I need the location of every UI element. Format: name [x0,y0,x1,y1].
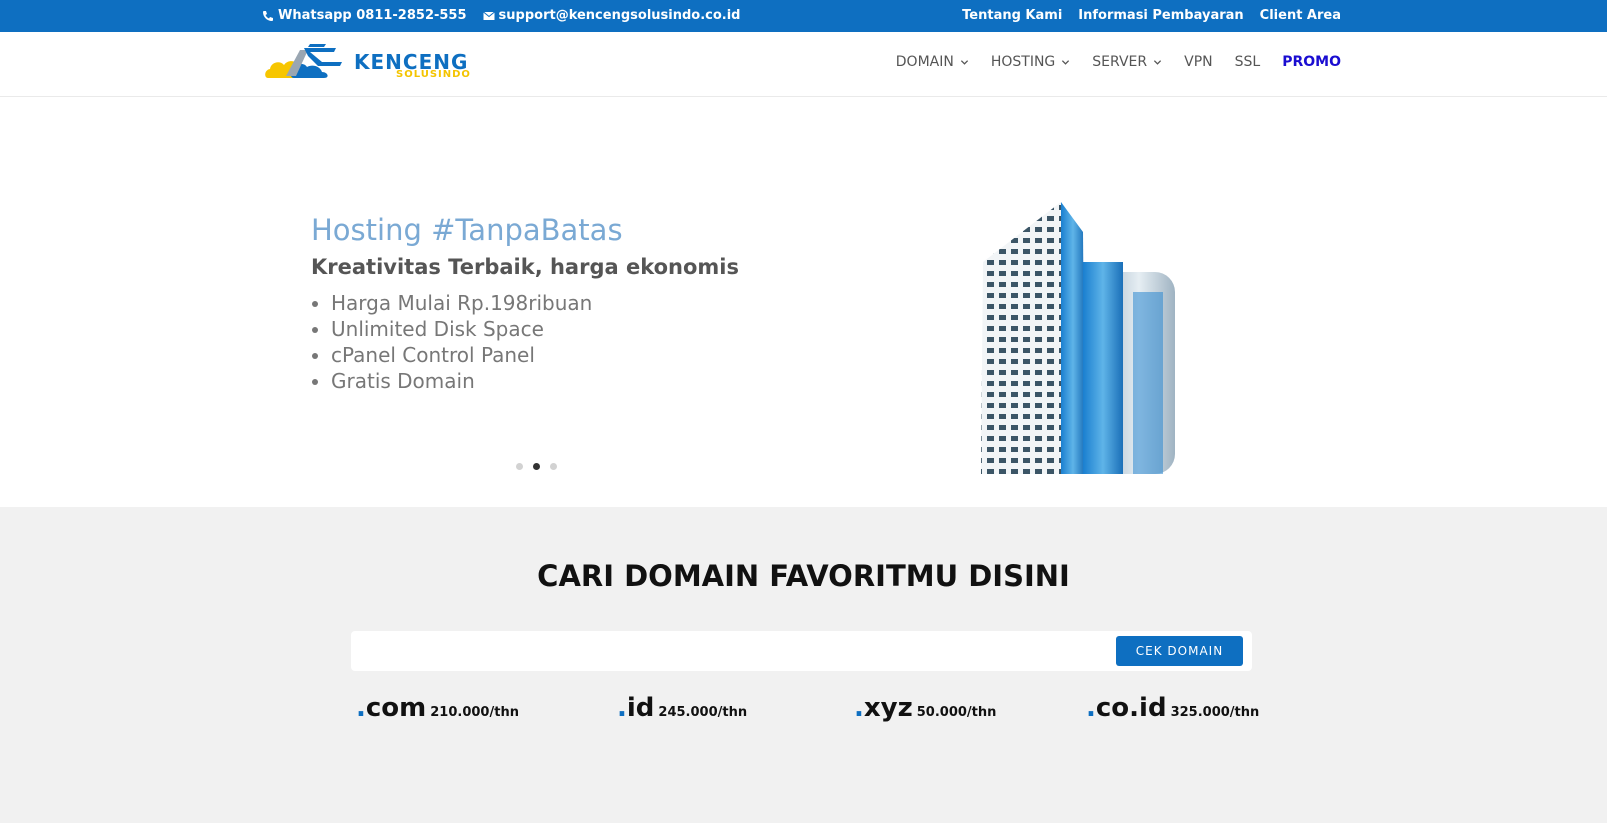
chevron-down-icon [1062,59,1070,65]
hero-title: Hosting #TanpaBatas [311,213,623,247]
price-item-coid: . co.id 325.000/thn [1086,693,1260,723]
main-nav: DOMAIN HOSTING SERVER VPN SSL PROMO [896,54,1341,70]
top-bar: Whatsapp 0811-2852-555 support@kencengso… [0,0,1607,32]
slider-dots [516,463,557,470]
domain-heading: CARI DOMAIN FAVORITMU DISINI [537,559,1070,593]
price-ext: id [626,693,655,723]
nav-ssl[interactable]: SSL [1235,54,1261,70]
hero-feature-list: Harga Mulai Rp.198ribuan Unlimited Disk … [331,290,592,394]
whatsapp-text: Whatsapp 0811-2852-555 [278,8,467,23]
mail-icon [482,11,495,20]
nav-hosting[interactable]: HOSTING [991,54,1070,70]
nav-promo[interactable]: PROMO [1282,54,1341,70]
hero-feature-item: cPanel Control Panel [331,342,592,368]
phone-icon [263,10,273,21]
nav-server[interactable]: SERVER [1092,54,1162,70]
domain-search-section: CARI DOMAIN FAVORITMU DISINI CEK DOMAIN … [0,507,1607,823]
price-amount: 50.000/thn [916,705,997,720]
slider-dot-3[interactable] [550,463,557,470]
email-text: support@kencengsolusindo.co.id [498,8,741,23]
site-logo[interactable]: KENCENG SOLUSINDO [264,42,476,84]
nav-server-label: SERVER [1092,54,1148,70]
email-contact[interactable]: support@kencengsolusindo.co.id [482,8,741,23]
whatsapp-contact[interactable]: Whatsapp 0811-2852-555 [262,8,467,23]
price-item-xyz: . xyz 50.000/thn [854,693,997,723]
price-ext: xyz [863,693,913,723]
main-header: KENCENG SOLUSINDO DOMAIN HOSTING SERVER … [0,32,1607,97]
cloud-logo-icon [265,44,342,78]
domain-search-box: CEK DOMAIN [351,631,1252,671]
hero-subtitle: Kreativitas Terbaik, harga ekonomis [311,255,739,279]
nav-domain-label: DOMAIN [895,54,954,70]
nav-vpn-label: VPN [1184,54,1213,70]
domain-search-input[interactable] [361,637,1091,665]
hero-feature-item: Gratis Domain [331,368,592,394]
nav-domain[interactable]: DOMAIN [896,54,969,70]
price-ext: com [365,693,427,723]
hero-feature-item: Unlimited Disk Space [331,316,592,342]
nav-promo-label: PROMO [1282,54,1341,70]
cek-domain-button[interactable]: CEK DOMAIN [1116,636,1243,666]
slider-dot-1[interactable] [516,463,523,470]
link-client-area[interactable]: Client Area [1260,8,1341,23]
link-tentang-kami[interactable]: Tentang Kami [962,8,1062,23]
building-illustration [981,202,1175,474]
price-amount: 210.000/thn [430,705,519,720]
nav-ssl-label: SSL [1234,54,1261,70]
price-item-com: . com 210.000/thn [356,693,519,723]
hero-feature-item: Harga Mulai Rp.198ribuan [331,290,592,316]
contact-info: Whatsapp 0811-2852-555 support@kencengso… [262,8,741,23]
price-item-id: . id 245.000/thn [617,693,748,723]
chevron-down-icon [1154,59,1162,65]
top-links: Tentang Kami Informasi Pembayaran Client… [962,8,1341,23]
hero-slider: Hosting #TanpaBatas Kreativitas Terbaik,… [0,97,1607,507]
slider-dot-2[interactable] [533,463,540,470]
price-ext: co.id [1095,693,1167,723]
nav-hosting-label: HOSTING [990,54,1056,70]
logo-sub-text: SOLUSINDO [396,69,471,80]
price-amount: 325.000/thn [1170,705,1260,720]
chevron-down-icon [960,59,968,65]
link-informasi-pembayaran[interactable]: Informasi Pembayaran [1078,8,1243,23]
price-amount: 245.000/thn [658,705,748,720]
nav-vpn[interactable]: VPN [1184,54,1213,70]
